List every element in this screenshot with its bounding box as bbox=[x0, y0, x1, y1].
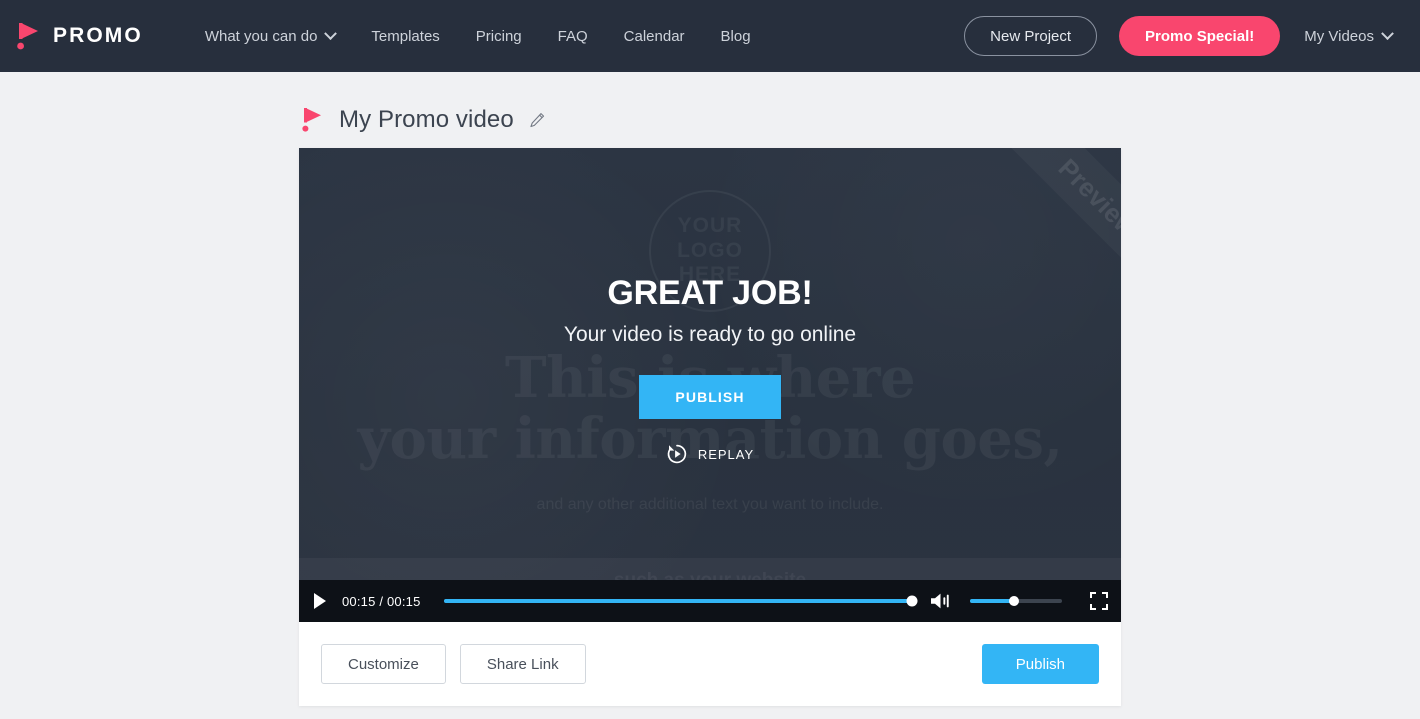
nav-item-blog[interactable]: Blog bbox=[703, 20, 769, 53]
header-actions: New Project Promo Special! My Videos bbox=[964, 16, 1394, 56]
customize-button[interactable]: Customize bbox=[321, 644, 446, 684]
progress-handle[interactable] bbox=[906, 595, 918, 607]
replay-icon bbox=[667, 444, 686, 464]
video-controls-bar: 00:15 / 00:15 bbox=[299, 580, 1121, 622]
chevron-down-icon bbox=[324, 26, 338, 40]
replay-button[interactable]: REPLAY bbox=[662, 439, 758, 469]
fullscreen-button[interactable] bbox=[1089, 591, 1109, 611]
brand-logo[interactable]: PROMO bbox=[14, 20, 143, 52]
volume-slider[interactable] bbox=[970, 594, 1062, 608]
share-link-button[interactable]: Share Link bbox=[459, 644, 586, 684]
overlay-publish-button[interactable]: PUBLISH bbox=[639, 375, 781, 419]
overlay-title: GREAT JOB! bbox=[607, 274, 813, 312]
nav-item-label: What you can do bbox=[204, 27, 318, 45]
volume-on-icon bbox=[931, 593, 949, 609]
new-project-button[interactable]: New Project bbox=[964, 16, 1098, 56]
nav-item-calendar[interactable]: Calendar bbox=[606, 20, 703, 53]
video-player-stage[interactable]: YOUR LOGO HERE This is where your inform… bbox=[299, 148, 1121, 580]
page-title: My Promo video bbox=[339, 106, 514, 133]
progress-slider[interactable] bbox=[443, 594, 918, 608]
nav-item-what-you-can-do[interactable]: What you can do bbox=[187, 20, 354, 53]
volume-button[interactable] bbox=[929, 591, 953, 611]
my-videos-label: My Videos bbox=[1304, 27, 1374, 45]
brand-wordmark: PROMO bbox=[53, 24, 143, 47]
primary-nav: What you can do Templates Pricing FAQ Ca… bbox=[187, 20, 769, 53]
progress-track bbox=[443, 595, 918, 607]
top-navigation-bar: PROMO What you can do Templates Pricing … bbox=[0, 0, 1420, 72]
volume-handle[interactable] bbox=[1009, 596, 1020, 606]
video-success-overlay: GREAT JOB! Your video is ready to go onl… bbox=[299, 148, 1121, 580]
project-title-row: My Promo video bbox=[299, 92, 1121, 148]
page-content: My Promo video YOUR LOGO HERE This is wh… bbox=[0, 72, 1420, 706]
promo-special-button[interactable]: Promo Special! bbox=[1119, 16, 1281, 56]
promo-play-logo-icon bbox=[14, 20, 44, 52]
nav-item-templates[interactable]: Templates bbox=[353, 20, 457, 53]
promo-play-logo-icon bbox=[300, 106, 326, 134]
fullscreen-icon bbox=[1090, 592, 1108, 610]
progress-fill bbox=[443, 599, 912, 603]
my-videos-menu[interactable]: My Videos bbox=[1302, 22, 1394, 51]
play-pause-button[interactable] bbox=[313, 592, 327, 610]
card-action-bar: Customize Share Link Publish bbox=[299, 622, 1121, 706]
publish-button[interactable]: Publish bbox=[981, 644, 1099, 684]
nav-item-pricing[interactable]: Pricing bbox=[458, 20, 540, 53]
chevron-down-icon bbox=[1381, 26, 1394, 40]
time-display: 00:15 / 00:15 bbox=[342, 593, 421, 609]
video-card: YOUR LOGO HERE This is where your inform… bbox=[299, 148, 1121, 706]
volume-track bbox=[970, 596, 1062, 606]
nav-item-faq[interactable]: FAQ bbox=[540, 20, 606, 53]
replay-label: REPLAY bbox=[697, 446, 755, 462]
play-icon bbox=[314, 593, 326, 609]
pencil-icon[interactable] bbox=[529, 112, 546, 129]
overlay-subtitle: Your video is ready to go online bbox=[563, 323, 857, 346]
volume-fill bbox=[970, 599, 1015, 603]
